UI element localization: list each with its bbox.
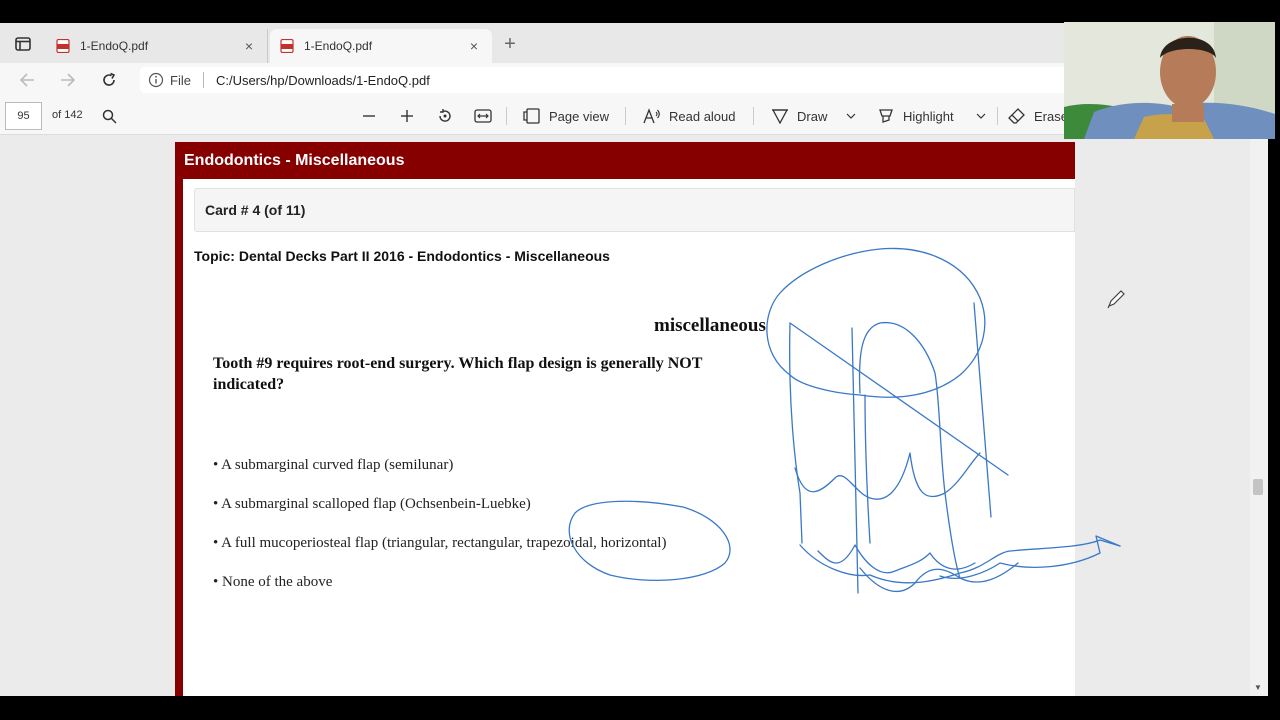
- read-aloud-label: Read aloud: [669, 108, 736, 124]
- pdf-icon: [280, 39, 294, 53]
- page-view-icon: [523, 108, 540, 124]
- chevron-down-icon[interactable]: [976, 106, 986, 126]
- read-aloud-button[interactable]: Read aloud: [643, 106, 736, 126]
- tab-title: 1-EndoQ.pdf: [80, 39, 149, 53]
- answer-option-2: • A submarginal scalloped flap (Ochsenbe…: [213, 496, 531, 512]
- pdf-viewport[interactable]: Endodontics - Miscellaneous Card # 4 (of…: [0, 135, 1268, 696]
- search-icon[interactable]: [102, 106, 117, 126]
- close-tab-button[interactable]: ×: [241, 38, 257, 54]
- pen-cursor-icon: [1107, 290, 1125, 309]
- draw-icon: [771, 109, 789, 124]
- divider: [753, 107, 754, 125]
- webcam-overlay: [1064, 22, 1275, 139]
- tab-1[interactable]: 1-EndoQ.pdf ×: [46, 29, 268, 63]
- zoom-in-icon[interactable]: [400, 106, 414, 126]
- divider: [202, 72, 204, 88]
- file-label: File: [170, 72, 191, 88]
- card-label: Card # 4 (of 11): [205, 202, 306, 218]
- scrollbar[interactable]: ▼: [1250, 135, 1268, 696]
- tab-actions-icon[interactable]: [10, 33, 36, 55]
- card-label-bar: Card # 4 (of 11): [194, 188, 1075, 232]
- answer-option-3: • A full mucoperiosteal flap (triangular…: [213, 535, 667, 551]
- pdf-page: Endodontics - Miscellaneous Card # 4 (of…: [175, 142, 1075, 696]
- divider: [997, 107, 998, 125]
- highlight-icon: [879, 109, 893, 123]
- draw-label: Draw: [797, 108, 828, 124]
- section-title: Endodontics - Miscellaneous: [184, 152, 405, 169]
- page-view-label: Page view: [549, 108, 609, 124]
- page-view-button[interactable]: Page view: [523, 106, 609, 126]
- refresh-icon[interactable]: [98, 69, 120, 91]
- new-tab-button[interactable]: +: [500, 34, 520, 55]
- answer-option-4: • None of the above: [213, 574, 333, 590]
- erase-button[interactable]: Erase: [1008, 106, 1068, 126]
- draw-button[interactable]: Draw: [771, 106, 827, 126]
- page-number-input[interactable]: 95: [5, 102, 42, 130]
- tab-2-active[interactable]: 1-EndoQ.pdf ×: [270, 29, 492, 63]
- card-body: Card # 4 (of 11) Topic: Dental Decks Par…: [183, 179, 1075, 696]
- fit-width-icon[interactable]: [474, 106, 492, 126]
- pdf-icon: [56, 39, 70, 53]
- close-tab-button[interactable]: ×: [466, 38, 482, 54]
- chevron-down-icon[interactable]: [846, 106, 856, 126]
- screen: 1-EndoQ.pdf × 1-EndoQ.pdf × + File C:/Us…: [0, 0, 1280, 720]
- scrollbar-thumb[interactable]: [1253, 479, 1263, 495]
- divider: [625, 107, 626, 125]
- url-text: C:/Users/hp/Downloads/1-EndoQ.pdf: [215, 72, 430, 88]
- erase-label: Erase: [1034, 108, 1068, 124]
- card-frame: Endodontics - Miscellaneous Card # 4 (of…: [175, 142, 1075, 696]
- page-count: of 142: [52, 109, 83, 121]
- topic-line: Topic: Dental Decks Part II 2016 - Endod…: [194, 248, 610, 264]
- scroll-down-icon[interactable]: ▼: [1254, 683, 1262, 692]
- highlight-label: Highlight: [903, 108, 954, 124]
- info-icon: [148, 72, 164, 88]
- question-heading: miscellaneous: [654, 315, 766, 336]
- back-icon[interactable]: [16, 69, 38, 91]
- divider: [506, 107, 507, 125]
- answer-option-1: • A submarginal curved flap (semilunar): [213, 457, 454, 473]
- question-text: Tooth #9 requires root-end surgery. Whic…: [213, 355, 703, 393]
- erase-icon: [1008, 108, 1025, 124]
- read-aloud-icon: [643, 108, 660, 124]
- forward-icon[interactable]: [57, 69, 79, 91]
- rotate-icon[interactable]: [437, 106, 453, 126]
- highlight-button[interactable]: Highlight: [877, 106, 954, 126]
- tab-title: 1-EndoQ.pdf: [304, 39, 373, 53]
- zoom-out-icon[interactable]: [362, 106, 376, 126]
